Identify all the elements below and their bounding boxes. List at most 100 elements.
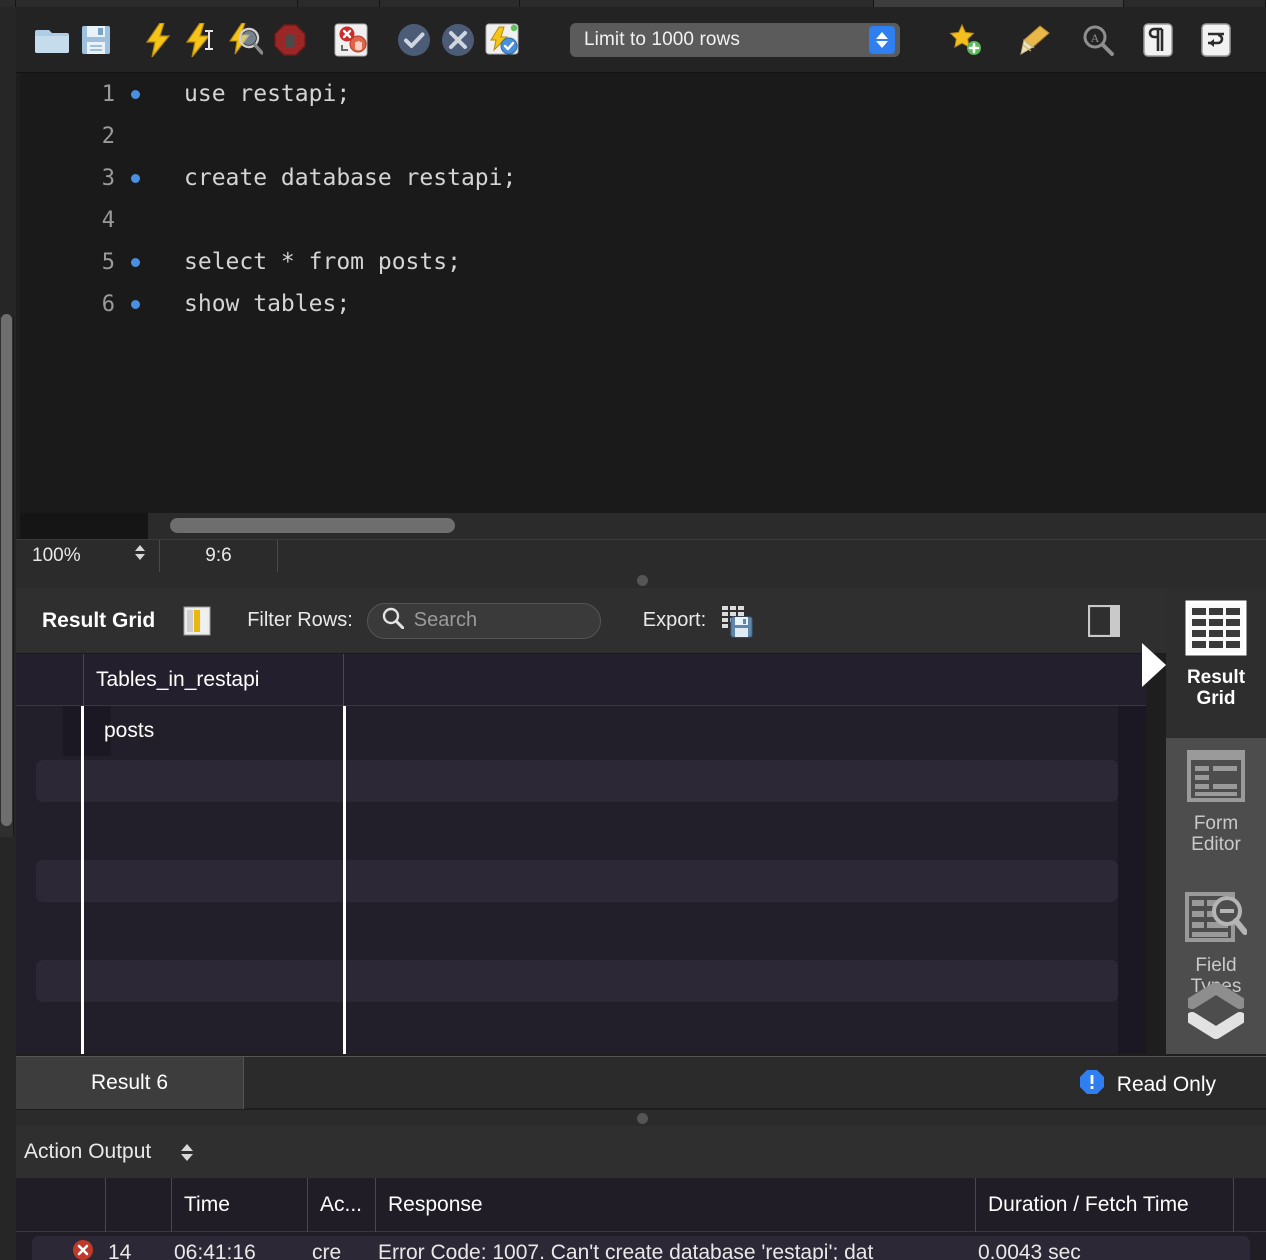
- save-file-icon[interactable]: [74, 18, 118, 62]
- output-column-index[interactable]: [106, 1178, 172, 1232]
- editor-status-bar: 100% 9:6: [16, 539, 1266, 573]
- editor-code-area[interactable]: use restapi; create database restapi; se…: [148, 73, 1266, 513]
- sidebar-item-form-editor[interactable]: Form Editor: [1166, 738, 1266, 880]
- toggle-panel-icon[interactable]: [1087, 604, 1121, 642]
- line-number: 3: [101, 165, 115, 191]
- table-row[interactable]: [16, 806, 1146, 856]
- rollback-icon[interactable]: [436, 18, 480, 62]
- table-row[interactable]: [16, 756, 1146, 806]
- result-tabs-bar: Result 6 Read Only: [16, 1056, 1266, 1109]
- column-header-empty[interactable]: [344, 654, 1146, 706]
- cell-tables-in-restapi[interactable]: posts: [96, 706, 154, 756]
- result-view-sidebar: Result Grid Form Editor Field Types: [1142, 588, 1266, 1054]
- output-column-action[interactable]: Ac...: [308, 1178, 376, 1232]
- cell-response: Error Code: 1007. Can't create database …: [378, 1236, 968, 1260]
- line-number: 4: [101, 207, 115, 233]
- find-icon[interactable]: A: [1076, 18, 1120, 62]
- chevron-up-icon[interactable]: [1166, 983, 1266, 1009]
- editor-results-splitter[interactable]: [16, 572, 1266, 588]
- stop-on-error-icon[interactable]: [330, 18, 374, 62]
- code-line[interactable]: use restapi;: [148, 73, 1266, 115]
- gutter-line[interactable]: 3: [20, 157, 148, 199]
- tab-slot[interactable]: [298, 0, 380, 7]
- read-only-label: Read Only: [1116, 1073, 1216, 1096]
- action-output-title: Action Output: [24, 1140, 152, 1163]
- open-file-icon[interactable]: [30, 18, 74, 62]
- new-snippet-icon[interactable]: [944, 18, 988, 62]
- result-tab-result-6[interactable]: Result 6: [16, 1057, 244, 1109]
- execute-icon[interactable]: [136, 18, 180, 62]
- splitter-grip[interactable]: [637, 575, 648, 586]
- action-output-grid[interactable]: Time Ac... Response Duration / Fetch Tim…: [16, 1178, 1266, 1260]
- chevron-down-icon[interactable]: [1166, 1012, 1266, 1040]
- tab-slot[interactable]: [0, 0, 16, 7]
- table-row[interactable]: [16, 1006, 1146, 1054]
- results-output-splitter[interactable]: [16, 1110, 1266, 1126]
- table-row[interactable]: [16, 906, 1146, 956]
- search-icon: [382, 607, 405, 634]
- result-grid-body[interactable]: posts: [16, 706, 1146, 1054]
- column-divider[interactable]: [343, 706, 346, 1054]
- table-row[interactable]: [16, 856, 1146, 906]
- tab-slot[interactable]: [380, 0, 520, 7]
- wrap-lines-icon[interactable]: [1194, 18, 1238, 62]
- column-header-tables-in-restapi[interactable]: Tables_in_restapi: [84, 654, 344, 706]
- code-line[interactable]: select * from posts;: [148, 241, 1266, 283]
- tab-slot[interactable]: [16, 0, 298, 7]
- invisible-chars-icon[interactable]: [1136, 18, 1180, 62]
- action-output-header-row: Time Ac... Response Duration / Fetch Tim…: [16, 1178, 1266, 1232]
- result-grid-header: Tables_in_restapi: [16, 654, 1146, 706]
- export-recordset-icon[interactable]: [720, 604, 754, 638]
- statement-marker-placeholder: [131, 132, 140, 141]
- editor-hscrollbar-thumb[interactable]: [170, 518, 455, 533]
- autocommit-icon[interactable]: [480, 18, 524, 62]
- output-column-time[interactable]: Time: [172, 1178, 308, 1232]
- gutter-line[interactable]: 6: [20, 283, 148, 325]
- code-line[interactable]: show tables;: [148, 283, 1266, 325]
- result-grid[interactable]: Tables_in_restapi posts: [16, 654, 1146, 1054]
- sql-editor[interactable]: 1 2 3 4 5 6 use restapi; create database…: [20, 73, 1266, 513]
- zoom-stepper[interactable]: [135, 544, 145, 560]
- table-row[interactable]: [16, 956, 1146, 1006]
- commit-icon[interactable]: [392, 18, 436, 62]
- tab-slot[interactable]: [520, 0, 874, 7]
- code-line[interactable]: [148, 115, 1266, 157]
- grid-corner-cell[interactable]: [16, 654, 84, 706]
- output-column-response[interactable]: Response: [376, 1178, 976, 1232]
- table-row[interactable]: 14 06:41:16 cre Error Code: 1007. Can't …: [32, 1236, 1250, 1260]
- explain-icon[interactable]: [224, 18, 268, 62]
- left-scrollbar-thumb[interactable]: [1, 314, 12, 826]
- execute-current-statement-icon[interactable]: [180, 18, 224, 62]
- active-view-pointer: [1142, 643, 1166, 687]
- column-header-label: Duration / Fetch Time: [988, 1193, 1189, 1216]
- window-tab-strip: [0, 0, 1266, 7]
- cell-value: 14: [108, 1241, 132, 1260]
- gutter-line[interactable]: 2: [20, 115, 148, 157]
- gutter-line[interactable]: 5: [20, 241, 148, 283]
- tab-slot[interactable]: [1124, 0, 1266, 7]
- code-line[interactable]: create database restapi;: [148, 157, 1266, 199]
- stop-icon[interactable]: [268, 18, 312, 62]
- output-column-status[interactable]: [16, 1178, 106, 1232]
- action-output-select-stepper[interactable]: [181, 1143, 194, 1161]
- grid-right-gutter: [1118, 706, 1146, 1054]
- search-input[interactable]: Search: [366, 602, 601, 639]
- column-divider[interactable]: [81, 706, 84, 1054]
- code-line[interactable]: [148, 199, 1266, 241]
- grid-view-icon[interactable]: [183, 606, 211, 636]
- gutter-line[interactable]: 4: [20, 199, 148, 241]
- limit-rows-stepper[interactable]: [869, 25, 895, 54]
- beautify-icon[interactable]: [1012, 18, 1056, 62]
- cell-value: 06:41:16: [174, 1241, 256, 1260]
- splitter-grip[interactable]: [637, 1113, 648, 1124]
- tab-slot-active[interactable]: [874, 0, 1124, 7]
- limit-rows-select[interactable]: Limit to 1000 rows: [570, 22, 900, 57]
- gutter-line[interactable]: 1: [20, 73, 148, 115]
- output-column-duration[interactable]: Duration / Fetch Time: [976, 1178, 1234, 1232]
- zoom-control[interactable]: 100%: [16, 539, 160, 573]
- statement-marker-icon: [131, 299, 140, 309]
- sidebar-item-result-grid[interactable]: Result Grid: [1166, 588, 1266, 738]
- table-row[interactable]: posts: [16, 706, 1146, 756]
- field-types-icon: [1185, 892, 1248, 949]
- result-grid-toolbar: Result Grid Filter Rows: Search Export:: [16, 588, 1166, 654]
